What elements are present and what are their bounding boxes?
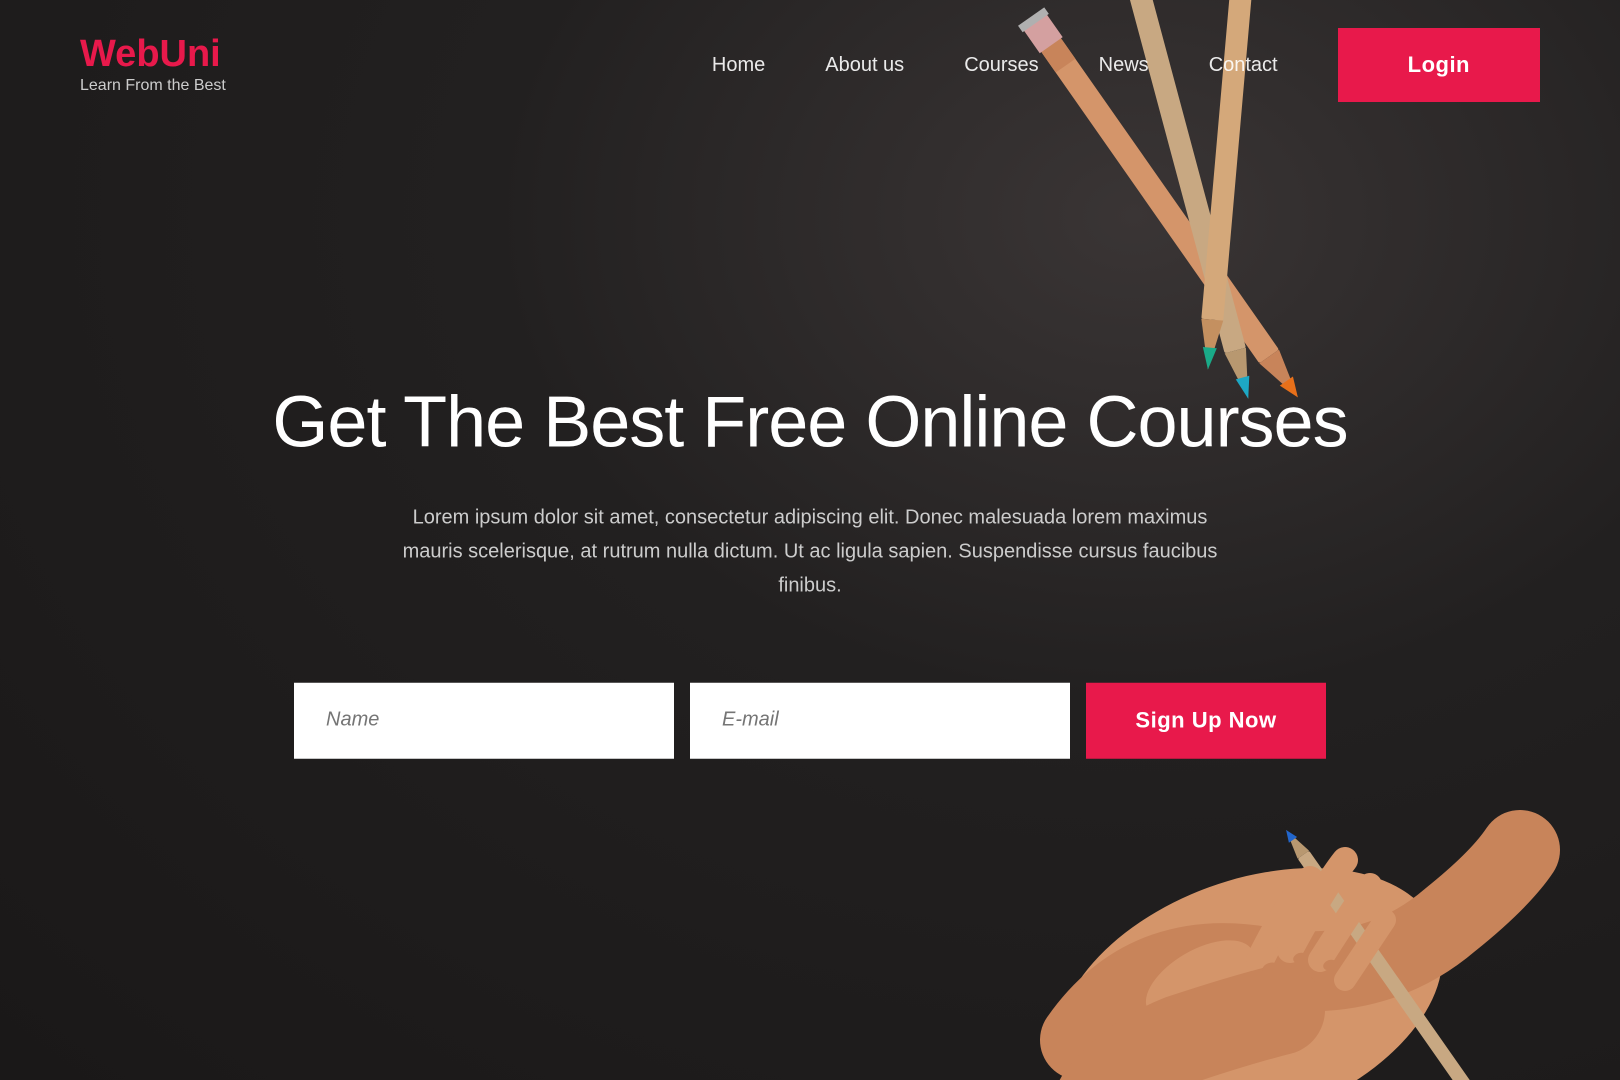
- navigation: WebUni Learn From the Best Home About us…: [0, 0, 1620, 130]
- name-input[interactable]: [294, 683, 674, 759]
- logo-suffix: Uni: [160, 33, 221, 75]
- hero-title: Get The Best Free Online Courses: [260, 382, 1360, 465]
- nav-link-news[interactable]: News: [1099, 54, 1149, 76]
- signup-form: Sign Up Now: [260, 683, 1360, 759]
- logo-tagline: Learn From the Best: [80, 77, 226, 95]
- nav-item-news[interactable]: News: [1099, 54, 1149, 77]
- hero-description: Lorem ipsum dolor sit amet, consectetur …: [380, 501, 1240, 603]
- nav-item-about[interactable]: About us: [825, 54, 904, 77]
- hero-section: WebUni Learn From the Best Home About us…: [0, 0, 1620, 1080]
- nav-link-home[interactable]: Home: [712, 54, 765, 76]
- logo-text: WebUni: [80, 35, 226, 73]
- login-button[interactable]: Login: [1338, 28, 1540, 102]
- nav-item-home[interactable]: Home: [712, 54, 765, 77]
- nav-link-courses[interactable]: Courses: [964, 54, 1038, 76]
- email-input[interactable]: [690, 683, 1070, 759]
- nav-item-courses[interactable]: Courses: [964, 54, 1038, 77]
- nav-item-contact[interactable]: Contact: [1209, 54, 1278, 77]
- nav-links: Home About us Courses News Contact: [712, 54, 1278, 77]
- nav-link-about[interactable]: About us: [825, 54, 904, 76]
- logo-prefix: Web: [80, 33, 160, 75]
- signup-button[interactable]: Sign Up Now: [1086, 683, 1326, 759]
- logo[interactable]: WebUni Learn From the Best: [80, 35, 226, 95]
- nav-link-contact[interactable]: Contact: [1209, 54, 1278, 76]
- main-content: Get The Best Free Online Courses Lorem i…: [260, 382, 1360, 759]
